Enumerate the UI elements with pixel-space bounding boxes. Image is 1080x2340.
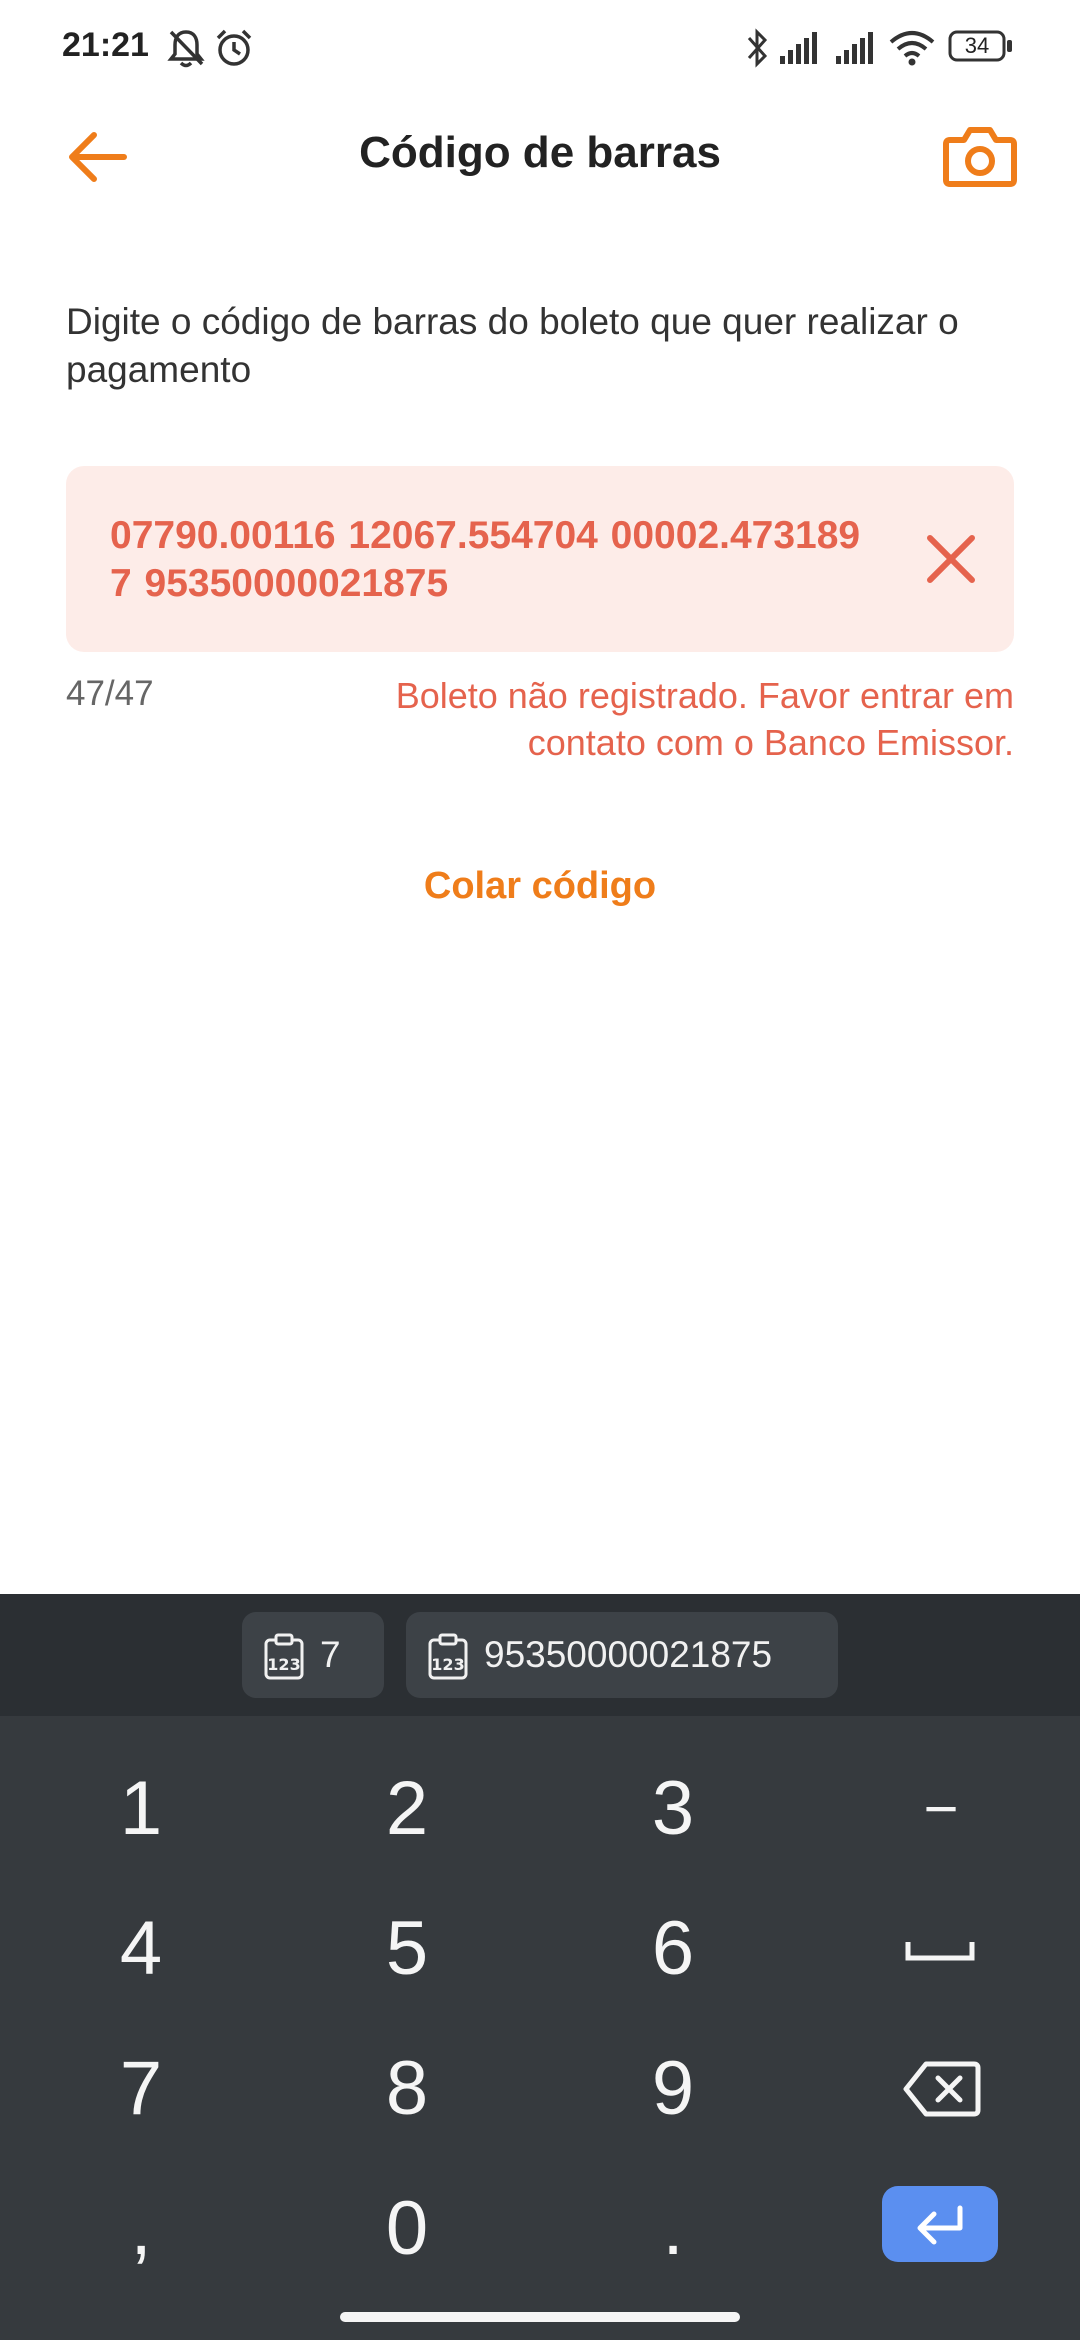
key-2[interactable]: 2 bbox=[282, 1744, 532, 1874]
battery-level: 34 bbox=[964, 33, 990, 58]
space-key-icon[interactable] bbox=[900, 1930, 980, 1970]
key-8[interactable]: 8 bbox=[282, 2024, 532, 2154]
keyboard-suggestion-bar: 123 7 123 95350000021875 bbox=[0, 1594, 1080, 1716]
key-minus[interactable]: − bbox=[816, 1744, 1066, 1874]
bluetooth-icon bbox=[747, 28, 768, 68]
camera-icon[interactable] bbox=[940, 116, 1020, 196]
instruction-text: Digite o código de barras do boleto que … bbox=[66, 301, 959, 390]
key-1[interactable]: 1 bbox=[16, 1744, 266, 1874]
home-indicator[interactable] bbox=[340, 2312, 740, 2322]
signal-icon-2 bbox=[836, 32, 873, 64]
backspace-icon[interactable] bbox=[902, 2056, 982, 2122]
key-5[interactable]: 5 bbox=[282, 1884, 532, 2014]
wifi-icon bbox=[889, 31, 935, 66]
svg-text:123: 123 bbox=[267, 1655, 300, 1674]
enter-icon bbox=[917, 2205, 963, 2245]
key-comma[interactable]: , bbox=[16, 2164, 266, 2294]
key-6[interactable]: 6 bbox=[548, 1884, 798, 2014]
clipboard-suggestion[interactable]: 123 7 bbox=[242, 1612, 384, 1698]
page-title: Código de barras bbox=[359, 128, 721, 177]
barcode-input[interactable]: 07790.00116 12067.554704 00002.473189 7 … bbox=[66, 466, 1014, 652]
alarm-icon bbox=[216, 29, 252, 66]
signal-icon bbox=[780, 32, 817, 64]
key-7[interactable]: 7 bbox=[16, 2024, 266, 2154]
clipboard-123-icon: 123 bbox=[264, 1633, 304, 1680]
enter-key[interactable] bbox=[882, 2186, 998, 2262]
key-9[interactable]: 9 bbox=[548, 2024, 798, 2154]
status-bar: 21:21 34 bbox=[0, 0, 1080, 96]
key-3[interactable]: 3 bbox=[548, 1744, 798, 1874]
svg-text:123: 123 bbox=[431, 1655, 464, 1674]
bell-muted-icon bbox=[167, 30, 205, 68]
suggestion-text: 7 bbox=[320, 1634, 341, 1675]
clipboard-123-icon: 123 bbox=[428, 1633, 468, 1680]
status-time: 21:21 bbox=[62, 26, 149, 64]
numeric-keyboard: 1 2 3 − 4 5 6 7 8 9 , 0 . bbox=[0, 1716, 1080, 2340]
barcode-value[interactable]: 07790.00116 12067.554704 00002.473189 7 … bbox=[110, 512, 870, 608]
key-0[interactable]: 0 bbox=[282, 2164, 532, 2294]
paste-code-button[interactable]: Colar código bbox=[340, 856, 740, 916]
app-header: Código de barras bbox=[0, 96, 1080, 216]
character-counter: 47/47 bbox=[66, 674, 154, 713]
key-4[interactable]: 4 bbox=[16, 1884, 266, 2014]
error-message: Boleto não registrado. Favor entrar em c… bbox=[395, 675, 1014, 763]
battery-icon: 34 bbox=[948, 30, 1012, 62]
clipboard-suggestion[interactable]: 123 95350000021875 bbox=[406, 1612, 838, 1698]
suggestion-text: 95350000021875 bbox=[484, 1634, 773, 1675]
clear-icon[interactable] bbox=[918, 526, 984, 592]
key-period[interactable]: . bbox=[548, 2164, 798, 2294]
